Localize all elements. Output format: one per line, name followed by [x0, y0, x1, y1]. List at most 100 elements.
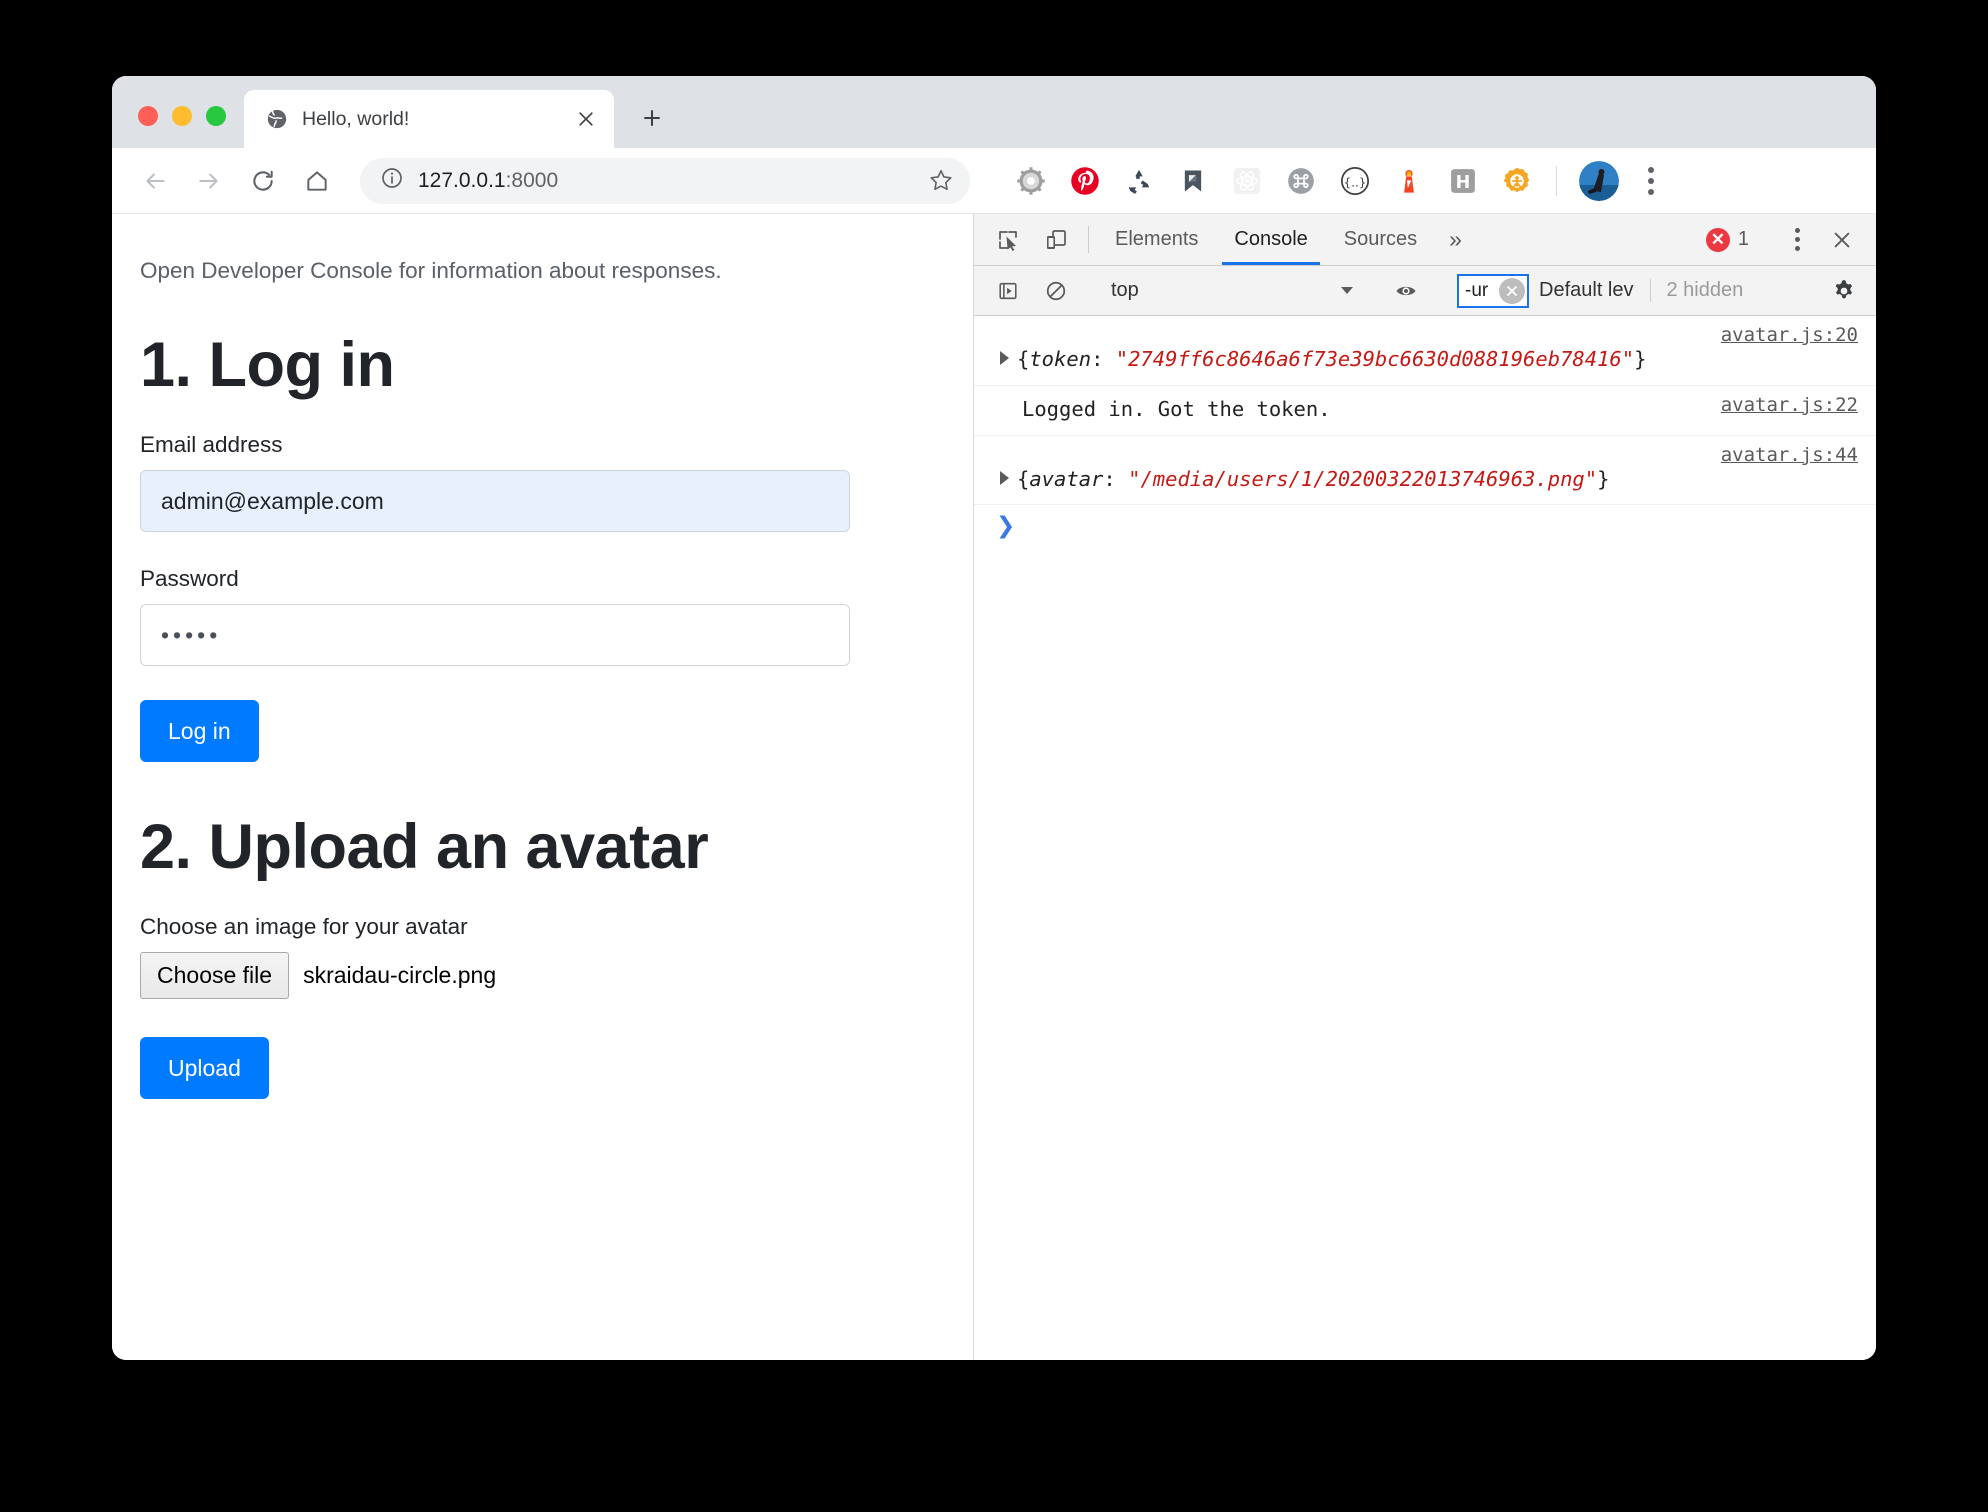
- svg-text:{..}: {..}: [1344, 175, 1367, 189]
- address-bar[interactable]: 127.0.0.1:8000: [360, 157, 970, 204]
- back-arrow-icon[interactable]: [130, 156, 180, 206]
- devtools-divider: [1088, 226, 1089, 253]
- console-row-token[interactable]: avatar.js:20 {token: "2749ff6c8646a6f73e…: [974, 316, 1876, 386]
- console-filter-bar: top -ur Default lev 2 hidden: [974, 266, 1876, 316]
- filter-value: -ur: [1465, 279, 1489, 301]
- expand-triangle-icon[interactable]: [1000, 351, 1009, 365]
- star-icon[interactable]: [928, 167, 956, 195]
- console-object-message[interactable]: {token: "2749ff6c8646a6f73e39bc6630d0881…: [1000, 344, 1862, 375]
- clear-console-icon[interactable]: [1032, 280, 1080, 302]
- tab-console[interactable]: Console: [1216, 214, 1325, 265]
- hidden-messages-count[interactable]: 2 hidden: [1649, 279, 1743, 302]
- login-button[interactable]: Log in: [140, 700, 259, 763]
- tab-sources[interactable]: Sources: [1326, 214, 1435, 265]
- close-window-button[interactable]: [138, 106, 158, 126]
- info-circle-icon[interactable]: [380, 166, 404, 195]
- choose-file-button[interactable]: Choose file: [140, 952, 290, 1000]
- h-extension-icon[interactable]: H: [1436, 156, 1490, 206]
- selected-file-name: skraidau-circle.png: [303, 962, 497, 989]
- new-tab-button[interactable]: [630, 96, 674, 140]
- tab-title: Hello, world!: [302, 107, 410, 130]
- console-row-avatar[interactable]: avatar.js:44 {avatar: "/media/users/1/20…: [974, 436, 1876, 506]
- orange-gear-extension-icon[interactable]: [1490, 156, 1544, 206]
- execution-context-select[interactable]: top: [1097, 279, 1365, 302]
- object-value: "/media/users/1/20200322013746963.png": [1128, 466, 1598, 491]
- tab-strip: Hello, world!: [112, 76, 1876, 148]
- devtools-close-icon[interactable]: [1818, 229, 1866, 251]
- minimize-window-button[interactable]: [172, 106, 192, 126]
- execution-context-value: top: [1111, 279, 1139, 301]
- browser-toolbar: 127.0.0.1:8000 {..} H: [112, 148, 1876, 214]
- error-count-badge[interactable]: ✕ 1: [1705, 227, 1759, 252]
- inspect-element-icon[interactable]: [984, 214, 1032, 265]
- error-icon: ✕: [1705, 227, 1730, 252]
- email-field[interactable]: admin@example.com: [140, 470, 850, 533]
- file-input[interactable]: Choose file skraidau-circle.png: [140, 952, 945, 1000]
- react-devtools-extension-icon[interactable]: [1220, 156, 1274, 206]
- web-page: Open Developer Console for information a…: [112, 214, 974, 1360]
- globe-icon: [266, 108, 288, 130]
- close-icon[interactable]: [572, 105, 600, 133]
- tab-elements[interactable]: Elements: [1097, 214, 1216, 265]
- execute-sidebar-icon[interactable]: [984, 280, 1032, 302]
- console-source-link[interactable]: avatar.js:44: [1721, 444, 1858, 466]
- console-prompt[interactable]: ❯: [974, 505, 1876, 548]
- url-text: 127.0.0.1:8000: [418, 169, 914, 193]
- page-lead-text: Open Developer Console for information a…: [140, 258, 722, 283]
- upload-heading: 2. Upload an avatar: [140, 812, 709, 883]
- devtools-tabbar: Elements Console Sources » ✕ 1: [974, 214, 1876, 266]
- command-extension-icon[interactable]: [1274, 156, 1328, 206]
- content-area: Open Developer Console for information a…: [112, 214, 1876, 1360]
- console-filter-input[interactable]: -ur: [1457, 273, 1529, 308]
- upload-button[interactable]: Upload: [140, 1037, 269, 1100]
- url-host: 127.0.0.1: [418, 168, 506, 192]
- toolbar-divider: [1556, 165, 1557, 196]
- bookmark-extension-icon[interactable]: [1166, 156, 1220, 206]
- braces-extension-icon[interactable]: {..}: [1328, 156, 1382, 206]
- console-object-message[interactable]: {avatar: "/media/users/1/202003220137469…: [1000, 464, 1862, 495]
- reload-icon[interactable]: [238, 156, 288, 206]
- url-port: :8000: [505, 168, 559, 192]
- maximize-window-button[interactable]: [206, 106, 226, 126]
- console-row-logged-in[interactable]: avatar.js:22 Logged in. Got the token.: [974, 386, 1876, 436]
- forward-arrow-icon[interactable]: [184, 156, 234, 206]
- login-heading: 1. Log in: [140, 330, 395, 400]
- browser-window: Hello, world! 127.0.0.1:8000 {..} H Open…: [112, 76, 1876, 1360]
- gear-icon[interactable]: [1822, 278, 1866, 304]
- expand-triangle-icon[interactable]: [1000, 470, 1009, 485]
- pinterest-extension-icon[interactable]: [1058, 156, 1112, 206]
- lighthouse-extension-icon[interactable]: [1382, 156, 1436, 206]
- console-source-link[interactable]: avatar.js:22: [1721, 394, 1858, 416]
- console-source-link[interactable]: avatar.js:20: [1721, 324, 1858, 346]
- object-key: avatar: [1029, 466, 1104, 491]
- file-label: Choose an image for your avatar: [140, 914, 468, 940]
- password-masked-value: •••••: [161, 621, 222, 648]
- object-key: token: [1029, 347, 1092, 371]
- profile-avatar[interactable]: [1579, 160, 1619, 201]
- devtools-panel: Elements Console Sources » ✕ 1 top -ur D…: [974, 214, 1876, 1360]
- home-icon[interactable]: [292, 156, 342, 206]
- live-expression-eye-icon[interactable]: [1382, 279, 1430, 303]
- object-value: "2749ff6c8646a6f73e39bc6630d088196eb7841…: [1115, 347, 1635, 371]
- device-toolbar-icon[interactable]: [1032, 214, 1080, 265]
- email-label: Email address: [140, 432, 283, 458]
- window-controls: [112, 106, 244, 148]
- password-label: Password: [140, 566, 239, 592]
- browser-tab[interactable]: Hello, world!: [244, 90, 614, 148]
- log-level-select[interactable]: Default lev: [1539, 279, 1634, 302]
- devtools-tabbar-right: ✕ 1: [1705, 214, 1876, 265]
- more-tabs-button[interactable]: »: [1435, 214, 1476, 265]
- recycle-extension-icon[interactable]: [1112, 156, 1166, 206]
- clear-input-icon[interactable]: [1499, 277, 1525, 304]
- chevron-down-icon: [1341, 287, 1353, 294]
- devtools-menu-icon[interactable]: [1776, 219, 1818, 261]
- prompt-caret-icon: ❯: [996, 513, 1016, 540]
- error-count: 1: [1737, 228, 1749, 250]
- password-field[interactable]: •••••: [140, 604, 850, 667]
- console-message-list[interactable]: avatar.js:20 {token: "2749ff6c8646a6f73e…: [974, 316, 1876, 1360]
- kebab-menu-icon[interactable]: [1629, 158, 1673, 204]
- gear-extension-icon[interactable]: [1004, 156, 1058, 206]
- extensions-bar: {..} H: [1004, 156, 1673, 206]
- svg-text:H: H: [1456, 172, 1471, 192]
